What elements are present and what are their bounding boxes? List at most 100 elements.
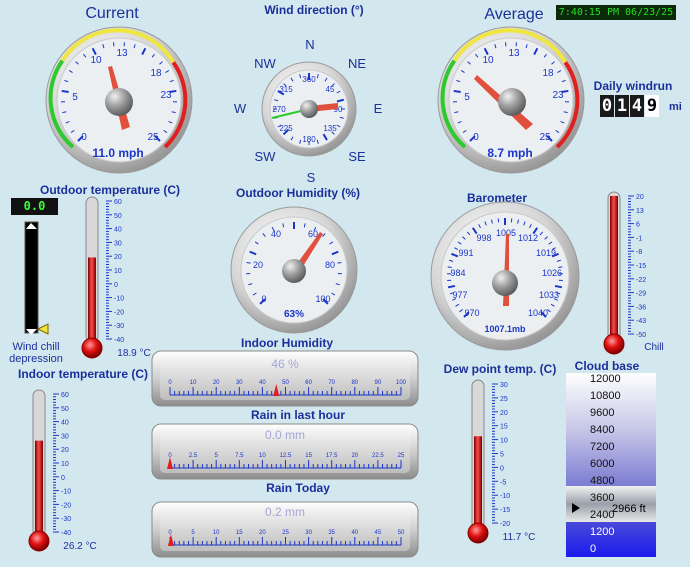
ruler-label: 40 xyxy=(259,380,266,386)
oh-tick-40: 40 xyxy=(271,229,281,239)
ruler-label: 25 xyxy=(398,453,405,459)
wind-direction-hub xyxy=(300,100,318,118)
wd-tick-270: 270 xyxy=(272,105,286,114)
average-title: Average xyxy=(484,6,543,23)
current-tick-0: 0 xyxy=(81,132,87,143)
windrun-digit-4: 9 xyxy=(645,95,659,117)
scale-label: -20 xyxy=(114,309,124,316)
scale-label: 40 xyxy=(114,227,122,234)
scale-label: 25 xyxy=(500,396,508,403)
outdoor-humidity-hub xyxy=(282,259,306,283)
oh-tick-0: 0 xyxy=(261,294,266,304)
indoor-humidity-bar: Indoor Humidity 46 % 0 10 20 30 40 50 60 70 80 90… xyxy=(151,336,419,407)
cloud-scale-8400: 8400 xyxy=(590,424,615,436)
dew-thermo-bulb xyxy=(467,522,489,544)
indoor-humidity-readout: 46 % xyxy=(271,357,299,371)
cloud-scale-2400: 2400 xyxy=(590,509,615,521)
scale-label: 13 xyxy=(636,208,644,215)
ruler-label: 17.5 xyxy=(326,453,338,459)
scale-label: 5 xyxy=(500,452,504,459)
rain-today-readout: 0.2 mm xyxy=(265,505,305,519)
daily-windrun-title: Daily windrun xyxy=(594,79,673,93)
compass-se: SE xyxy=(348,149,366,164)
baro-tick-984: 984 xyxy=(450,268,465,278)
scale-label: 10 xyxy=(500,438,508,445)
scale-label: 20 xyxy=(500,410,508,417)
wd-tick-315: 315 xyxy=(279,85,293,94)
rain-hour-readout: 0.0 mm xyxy=(265,428,305,442)
current-hub xyxy=(105,88,133,116)
gauge-tick xyxy=(61,89,69,94)
barometer-readout: 1007.1mb xyxy=(484,324,526,334)
scale-label: -22 xyxy=(636,277,646,284)
compass-w: W xyxy=(234,101,247,116)
scale-label: 30 xyxy=(500,382,508,389)
scale-label: -36 xyxy=(636,304,646,311)
ruler-label: 12.5 xyxy=(280,453,292,459)
ruler-label: 35 xyxy=(328,530,335,536)
current-tick-5: 5 xyxy=(72,92,78,103)
scale-label: -5 xyxy=(500,479,506,486)
gauge-tick xyxy=(447,284,456,289)
indoor-thermometer: 60 50 40 30 20 10 0 -10 -20 -30 -40 26.2 °C xyxy=(28,389,97,552)
current-tick-23: 23 xyxy=(160,90,172,101)
scale-label: 10 xyxy=(114,268,122,275)
oh-tick-80: 80 xyxy=(325,260,335,270)
ruler-label: 60 xyxy=(305,380,312,386)
wind-chill-lcd: 0.0 xyxy=(11,198,58,215)
rain-last-hour-bar: Rain in last hour 0.0 mm 0 2.5 5 7.5 10 12.5 1… xyxy=(151,408,419,480)
cloud-base-panel: 12000 10800 9600 8400 7200 6000 4800 360… xyxy=(566,373,656,557)
scale-label: -1 xyxy=(636,235,642,242)
scale-label: 6 xyxy=(636,222,640,229)
scale-label: -29 xyxy=(636,291,646,298)
scale-label: 50 xyxy=(114,213,122,220)
ruler-label: 50 xyxy=(398,530,405,536)
compass-e: E xyxy=(374,101,383,116)
scale-label: -43 xyxy=(636,318,646,325)
oh-tick-100: 100 xyxy=(315,294,330,304)
scale-label: 10 xyxy=(61,461,69,468)
ruler-label: 30 xyxy=(236,380,243,386)
scale-label: -30 xyxy=(114,323,124,330)
scale-label: -10 xyxy=(114,296,124,303)
ruler-label: 90 xyxy=(375,380,382,386)
current-tick-10: 10 xyxy=(90,55,102,66)
scale-label: 15 xyxy=(500,424,508,431)
wind-chill-indicator: Wind chill depression xyxy=(9,221,63,365)
windrun-digit-1: 0 xyxy=(600,95,614,117)
outdoor-thermo-fill xyxy=(88,257,96,345)
scale-label: 20 xyxy=(636,194,644,201)
baro-tick-991: 991 xyxy=(458,248,473,258)
ruler-label: 15 xyxy=(236,530,243,536)
scale-label: -20 xyxy=(61,502,71,509)
indoor-thermo-bulb xyxy=(28,530,50,552)
cloud-scale-3600: 3600 xyxy=(590,492,615,504)
barometer-gauge: Barometer 970 977 984 991 998 1005 1012 … xyxy=(430,191,580,351)
average-tick-25: 25 xyxy=(539,132,551,143)
ruler-label: 45 xyxy=(375,530,382,536)
ruler-label: 80 xyxy=(351,380,358,386)
indoor-temp-title: Indoor temperature (C) xyxy=(18,367,148,381)
average-tick-18: 18 xyxy=(542,68,554,79)
cloud-scale-9600: 9600 xyxy=(590,407,615,419)
cloud-scale-6000: 6000 xyxy=(590,458,615,470)
wd-tick-45: 45 xyxy=(326,85,335,94)
clock-display: 7:40:15 PM 06/23/25 xyxy=(556,5,676,20)
scale-label: -8 xyxy=(636,249,642,256)
scale-label: 20 xyxy=(61,447,69,454)
ruler-label: 10 xyxy=(190,380,197,386)
wd-tick-180: 180 xyxy=(302,135,316,144)
cloud-scale-1200: 1200 xyxy=(590,526,615,538)
cloud-scale-10800: 10800 xyxy=(590,390,621,402)
average-tick-23: 23 xyxy=(552,90,564,101)
current-tick-25: 25 xyxy=(147,132,159,143)
scale-label: -20 xyxy=(500,521,510,528)
ruler-label: 20 xyxy=(259,530,266,536)
ruler-label: 22.5 xyxy=(372,453,384,459)
ruler-label: 10 xyxy=(213,530,220,536)
outdoor-thermometer: 60 50 40 30 20 10 0 -10 -20 -30 -40 18.9 °C xyxy=(81,196,151,359)
chill-thermo-fill xyxy=(610,196,618,342)
dew-point-thermometer: 30 25 20 15 10 5 0 -5 -10 -15 -20 11.7 °C xyxy=(467,379,535,544)
dew-point-title: Dew point temp. (C) xyxy=(444,362,557,376)
outdoor-temp-readout: 18.9 °C xyxy=(117,348,150,359)
